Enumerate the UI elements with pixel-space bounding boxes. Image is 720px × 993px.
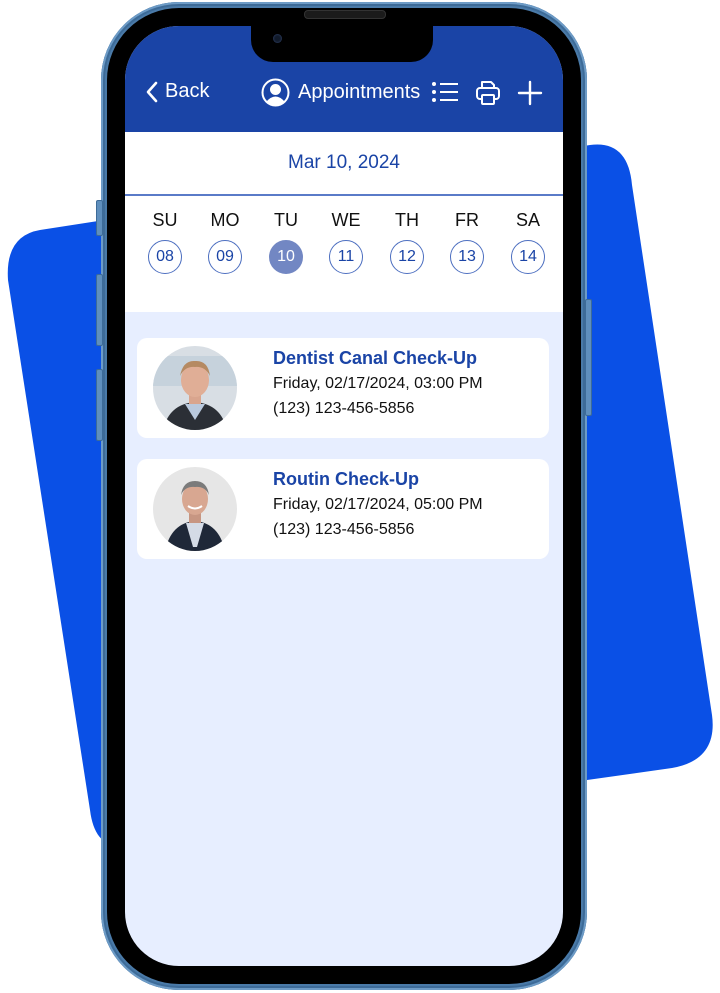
print-icon[interactable]	[475, 80, 501, 106]
power-button	[585, 299, 592, 416]
day-sunday: SU 08	[145, 210, 185, 274]
day-monday: MO 09	[205, 210, 245, 274]
list-icon[interactable]	[431, 80, 459, 104]
day-number[interactable]: 13	[450, 240, 484, 274]
day-number[interactable]: 09	[208, 240, 242, 274]
header-title-group: Appointments	[261, 78, 420, 107]
day-label: SU	[152, 210, 178, 230]
person-photo-icon	[153, 467, 237, 551]
week-strip: SU 08 MO 09 TU 10 WE 11 TH 12 FR 13 SA 1…	[125, 196, 563, 312]
appointment-card[interactable]: Routin Check-Up Friday, 02/17/2024, 05:0…	[137, 459, 549, 559]
back-button[interactable]: Back	[145, 80, 209, 103]
day-saturday: SA 14	[508, 210, 548, 274]
back-label: Back	[165, 80, 210, 102]
appointment-phone: (123) 123-456-5856	[273, 400, 415, 417]
day-number[interactable]: 12	[390, 240, 424, 274]
add-icon[interactable]	[517, 80, 543, 106]
day-thursday: TH 12	[387, 210, 427, 274]
avatar	[153, 467, 237, 551]
appointment-phone: (123) 123-456-5856	[273, 521, 415, 538]
selected-date: Mar 10, 2024	[288, 152, 400, 173]
day-tuesday: TU 10	[266, 210, 306, 274]
volume-up-button	[96, 274, 103, 346]
side-button	[96, 200, 103, 236]
day-label: FR	[455, 210, 479, 230]
appointment-card[interactable]: Dentist Canal Check-Up Friday, 02/17/202…	[137, 338, 549, 438]
user-circle-icon	[261, 78, 290, 107]
day-friday: FR 13	[447, 210, 487, 274]
day-label: SA	[515, 210, 540, 230]
page-title: Appointments	[298, 81, 421, 103]
avatar	[153, 346, 237, 430]
chevron-left-icon	[146, 81, 158, 102]
app-header: Back Appointments	[125, 26, 563, 132]
person-photo-icon	[153, 346, 237, 430]
appointment-title: Dentist Canal Check-Up	[273, 348, 478, 368]
day-label: TH	[395, 210, 419, 230]
phone-frame: Back Appointments Mar 10, 2024 SU 08 MO …	[96, 2, 592, 990]
day-label: MO	[210, 210, 240, 230]
day-wednesday: WE 11	[326, 210, 366, 274]
day-number-selected[interactable]: 10	[269, 240, 303, 274]
day-label: TU	[274, 210, 298, 230]
appointment-datetime: Friday, 02/17/2024, 03:00 PM	[273, 375, 483, 392]
volume-down-button	[96, 369, 103, 441]
day-number[interactable]: 08	[148, 240, 182, 274]
appointment-title: Routin Check-Up	[273, 469, 419, 489]
app-screen: Back Appointments Mar 10, 2024 SU 08 MO …	[125, 26, 563, 966]
day-label: WE	[331, 210, 361, 230]
day-number[interactable]: 14	[511, 240, 545, 274]
selected-date-bar[interactable]: Mar 10, 2024	[125, 132, 563, 196]
day-number[interactable]: 11	[329, 240, 363, 274]
appointment-datetime: Friday, 02/17/2024, 05:00 PM	[273, 496, 483, 513]
